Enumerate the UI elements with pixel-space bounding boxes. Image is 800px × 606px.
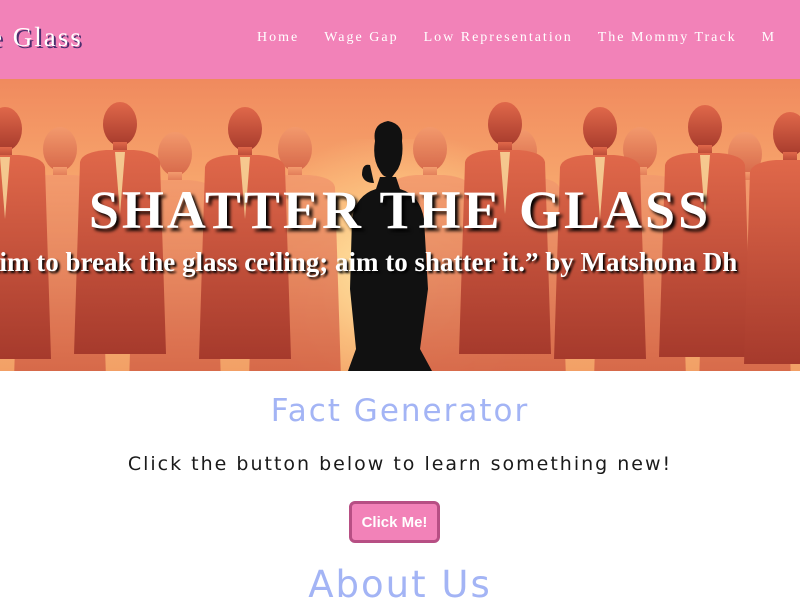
nav-links: Home Wage Gap Low Representation The Mom… xyxy=(257,30,800,46)
hero-banner: SHATTER THE GLASS aim to break the glass… xyxy=(0,79,800,371)
main-content: Fact Generator Click the button below to… xyxy=(0,371,800,606)
nav-link-wage-gap[interactable]: Wage Gap xyxy=(324,30,398,46)
hero-title: SHATTER THE GLASS xyxy=(88,180,712,240)
fact-generator-heading: Fact Generator xyxy=(270,393,530,429)
top-navbar: e Glass Home Wage Gap Low Representation… xyxy=(0,0,800,79)
nav-link-low-representation[interactable]: Low Representation xyxy=(424,30,573,46)
nav-link-overflow[interactable]: M xyxy=(762,30,776,46)
nav-link-mommy-track[interactable]: The Mommy Track xyxy=(598,30,737,46)
site-brand[interactable]: e Glass xyxy=(0,22,83,53)
nav-link-home[interactable]: Home xyxy=(257,30,299,46)
hero-quote: aim to break the glass ceiling; aim to s… xyxy=(0,247,738,277)
fact-instructions: Click the button below to learn somethin… xyxy=(127,453,673,475)
click-me-button[interactable]: Click Me! xyxy=(349,501,440,543)
